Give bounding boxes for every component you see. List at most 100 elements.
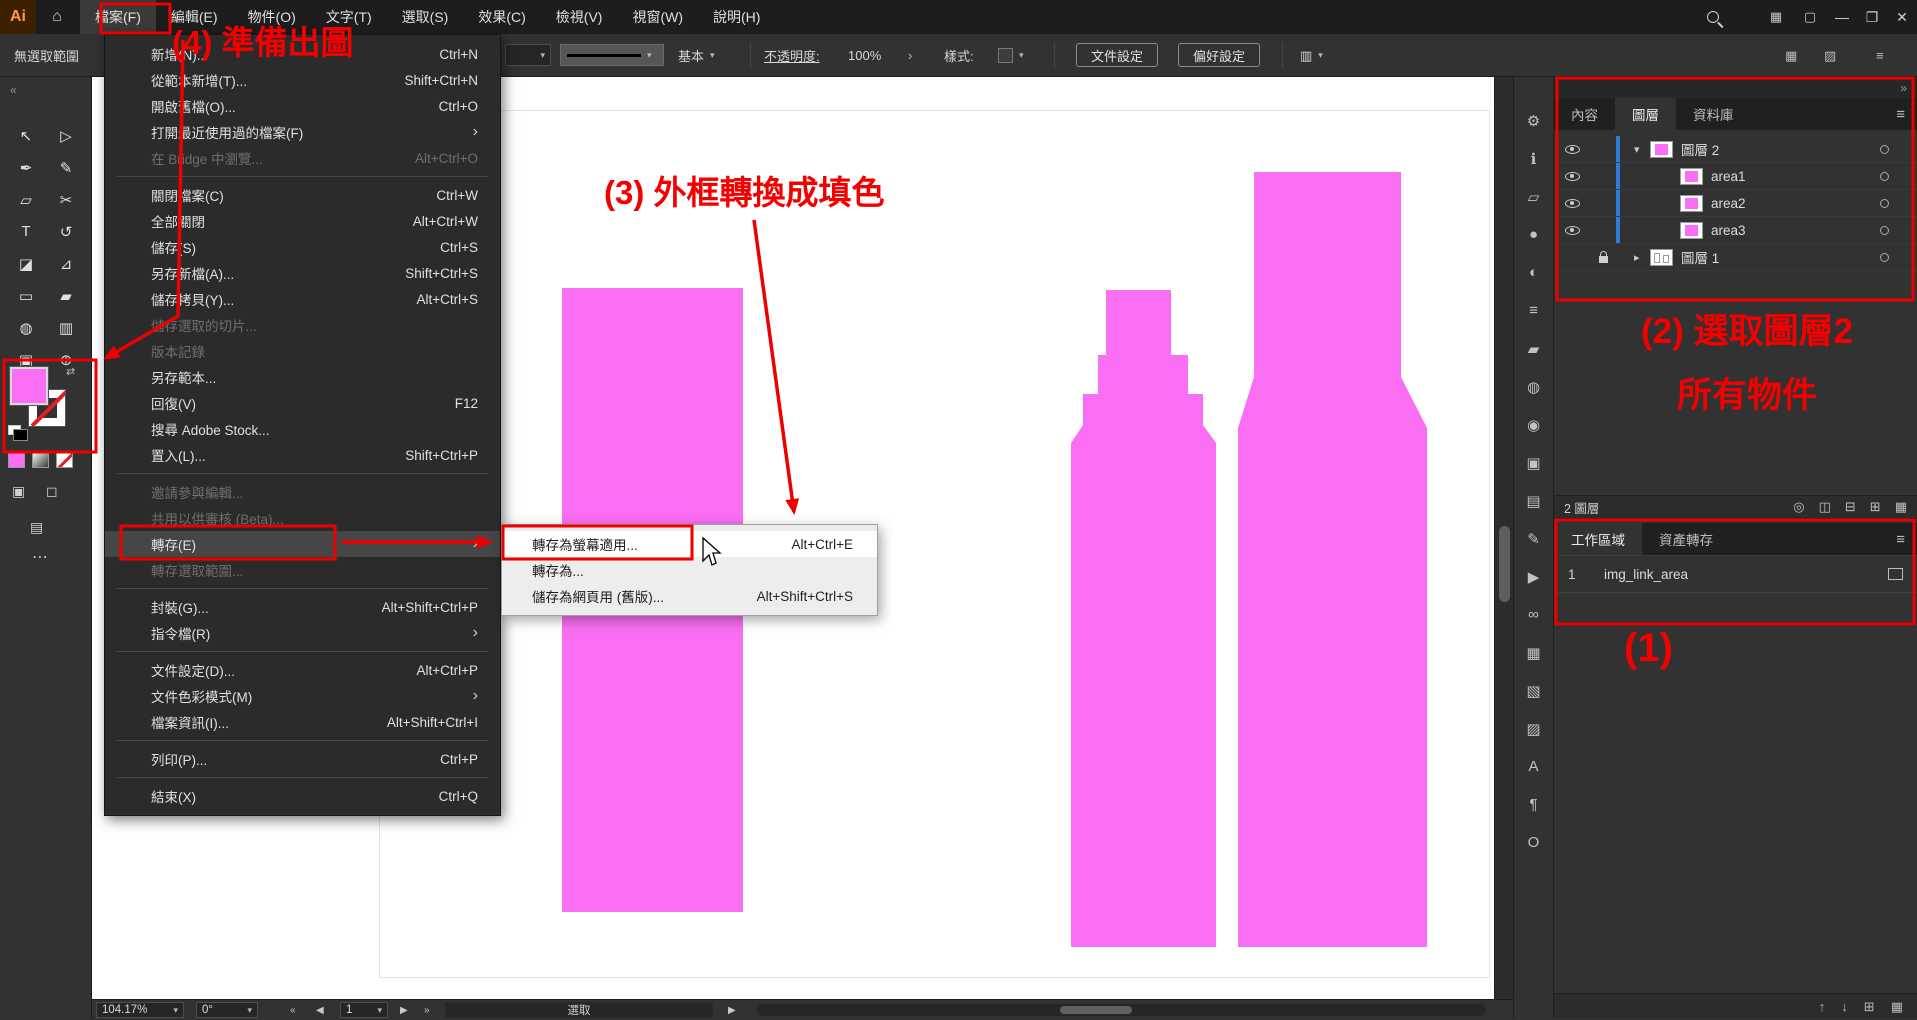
layers-tab-1[interactable]: 圖層 [1615, 98, 1676, 130]
artboard-row-0[interactable]: 1img_link_area [1554, 556, 1917, 593]
visibility-cell[interactable] [1554, 172, 1590, 181]
search-icon[interactable] [1707, 11, 1719, 23]
vertical-scrollbar-thumb[interactable] [1499, 526, 1510, 602]
restore-button[interactable]: ❐ [1857, 0, 1887, 34]
target-circle-icon[interactable] [1880, 172, 1889, 181]
menubar-item-6[interactable]: 效果(C) [463, 0, 540, 34]
horizontal-scrollbar[interactable] [756, 1004, 1486, 1016]
opentype-icon[interactable]: O [1522, 832, 1546, 853]
collapse-toolbar-icon[interactable]: « [10, 83, 17, 97]
file-menu-item-10[interactable]: 儲存拷貝(Y)...Alt+Ctrl+S [105, 286, 500, 312]
file-menu-item-16[interactable]: 置入(L)...Shift+Ctrl+P [105, 442, 500, 468]
info-icon[interactable]: ℹ [1522, 148, 1546, 169]
make-clipping-mask-icon[interactable]: ◫ [1819, 499, 1831, 515]
artboard-icon[interactable] [1888, 568, 1903, 580]
preferences-button[interactable]: 偏好設定 [1178, 43, 1260, 67]
chevron-right-icon[interactable]: › [908, 34, 912, 77]
file-menu-item-26[interactable]: 文件設定(D)...Alt+Ctrl+P [105, 657, 500, 683]
draw-behind-icon[interactable]: ◻ [46, 483, 58, 500]
file-menu-item-0[interactable]: 新增(N)...Ctrl+N [105, 41, 500, 67]
layer-row-3[interactable]: area3 [1554, 217, 1917, 244]
file-menu-item-20[interactable]: 轉存(E)› [105, 531, 500, 557]
character-icon[interactable]: A [1522, 756, 1546, 777]
home-icon[interactable]: ⌂ [36, 0, 78, 34]
target-circle-icon[interactable] [1880, 226, 1889, 235]
eraser-tool[interactable]: ◪ [10, 252, 42, 275]
mesh-tool[interactable]: ◍ [10, 316, 42, 339]
file-menu-item-6[interactable]: 關閉檔案(C)Ctrl+W [105, 182, 500, 208]
vertical-scrollbar[interactable] [1494, 77, 1513, 999]
brushes-icon[interactable]: ✎ [1522, 528, 1546, 549]
panel-menu-icon[interactable]: ≡ [1884, 98, 1917, 130]
transparency-icon[interactable]: ◍ [1522, 376, 1546, 397]
menubar-item-4[interactable]: 文字(T) [311, 0, 387, 34]
play-icon[interactable]: ▶ [728, 1000, 736, 1020]
column-graph-tool[interactable]: ▥ [50, 316, 82, 339]
align-options-select[interactable]: ▥▾ [1300, 34, 1323, 77]
links-icon[interactable]: ∞ [1522, 604, 1546, 625]
target-circle-icon[interactable] [1880, 199, 1889, 208]
type-tool[interactable]: T [10, 220, 42, 243]
opacity-label[interactable]: 不透明度: [764, 34, 820, 77]
prev-artboard-button[interactable]: ◀ [316, 1000, 324, 1020]
gradient-button[interactable] [32, 451, 49, 468]
file-menu-item-14[interactable]: 回復(V)F12 [105, 390, 500, 416]
graphic-styles-icon[interactable]: ▣ [1522, 452, 1546, 473]
file-menu-item-27[interactable]: 文件色彩模式(M)› [105, 683, 500, 709]
appearance-icon[interactable]: ◉ [1522, 414, 1546, 435]
artboards-tab-0[interactable]: 工作區域 [1554, 523, 1642, 555]
file-menu-item-28[interactable]: 檔案資訊(I)...Alt+Shift+Ctrl+I [105, 709, 500, 735]
file-menu-item-3[interactable]: 打開最近使用過的檔案(F)› [105, 119, 500, 145]
none-button[interactable] [56, 451, 73, 468]
file-menu-item-30[interactable]: 列印(P)...Ctrl+P [105, 746, 500, 772]
asset-export-icon[interactable]: ▦ [1522, 642, 1546, 663]
pen-tool[interactable]: ✒ [10, 156, 42, 179]
selection-tool[interactable]: ↖ [10, 124, 42, 147]
file-menu-item-8[interactable]: 儲存(S)Ctrl+S [105, 234, 500, 260]
target-circle-icon[interactable] [1880, 145, 1889, 154]
file-menu-item-15[interactable]: 搜尋 Adobe Stock... [105, 416, 500, 442]
panel-view-icon[interactable]: ▨ [1824, 34, 1836, 77]
file-menu-item-7[interactable]: 全部關閉Alt+Ctrl+W [105, 208, 500, 234]
export-submenu-item-2[interactable]: 儲存為網頁用 (舊版)...Alt+Shift+Ctrl+S [502, 583, 877, 609]
image-trace-icon[interactable]: ▧ [1522, 680, 1546, 701]
layers-tab-0[interactable]: 內容 [1554, 98, 1615, 130]
gradient-tool[interactable]: ▰ [50, 284, 82, 307]
file-menu-item-2[interactable]: 開啟舊檔(O)...Ctrl+O [105, 93, 500, 119]
delete-artboard-icon[interactable]: ▦ [1891, 999, 1903, 1015]
menubar-item-9[interactable]: 說明(H) [698, 0, 775, 34]
menubar-item-7[interactable]: 檢視(V) [541, 0, 618, 34]
layer-row-1[interactable]: area1 [1554, 163, 1917, 190]
chevron-down-icon[interactable]: ▾ [1634, 143, 1650, 156]
rotate-tool[interactable]: ↺ [50, 220, 82, 243]
pattern-icon[interactable]: ▨ [1522, 718, 1546, 739]
new-sublayer-icon[interactable]: ⊟ [1845, 499, 1856, 515]
properties-icon[interactable]: ⚙ [1522, 110, 1546, 131]
file-menu-item-1[interactable]: 從範本新增(T)...Shift+Ctrl+N [105, 67, 500, 93]
grid-view-icon[interactable]: ▦ [1785, 34, 1797, 77]
fill-color-swatch[interactable] [10, 367, 48, 405]
color-button[interactable] [8, 451, 25, 468]
draw-normal-icon[interactable]: ▣ [12, 483, 25, 500]
default-fill-stroke-icon[interactable] [8, 425, 21, 435]
horizontal-scrollbar-thumb[interactable] [1060, 1006, 1132, 1014]
layer-row-4[interactable]: ▸圖層 1 [1554, 244, 1917, 271]
transform-icon[interactable]: ▱ [1522, 186, 1546, 207]
file-menu-item-32[interactable]: 結束(X)Ctrl+Q [105, 783, 500, 809]
export-submenu-item-1[interactable]: 轉存為... [502, 557, 877, 583]
direct-selection-tool[interactable]: ▷ [50, 124, 82, 147]
workspace-switcher-icon[interactable]: ▢ [1793, 0, 1827, 34]
stroke-style-select[interactable]: ▾ [560, 44, 664, 66]
file-menu-item-9[interactable]: 另存新檔(A)...Shift+Ctrl+S [105, 260, 500, 286]
target-circle-icon[interactable] [1880, 253, 1889, 262]
close-button[interactable]: ✕ [1887, 0, 1917, 34]
locate-object-icon[interactable]: ◎ [1793, 499, 1804, 515]
lock-cell[interactable] [1590, 252, 1616, 263]
new-layer-icon[interactable]: ⊞ [1870, 499, 1881, 515]
arrange-documents-icon[interactable]: ▦ [1759, 0, 1793, 34]
first-artboard-button[interactable]: « [290, 1000, 296, 1020]
color-guide-icon[interactable]: ◐ [1522, 262, 1546, 283]
color-icon[interactable]: ● [1522, 224, 1546, 245]
visibility-cell[interactable] [1554, 226, 1590, 235]
layer-row-2[interactable]: area2 [1554, 190, 1917, 217]
